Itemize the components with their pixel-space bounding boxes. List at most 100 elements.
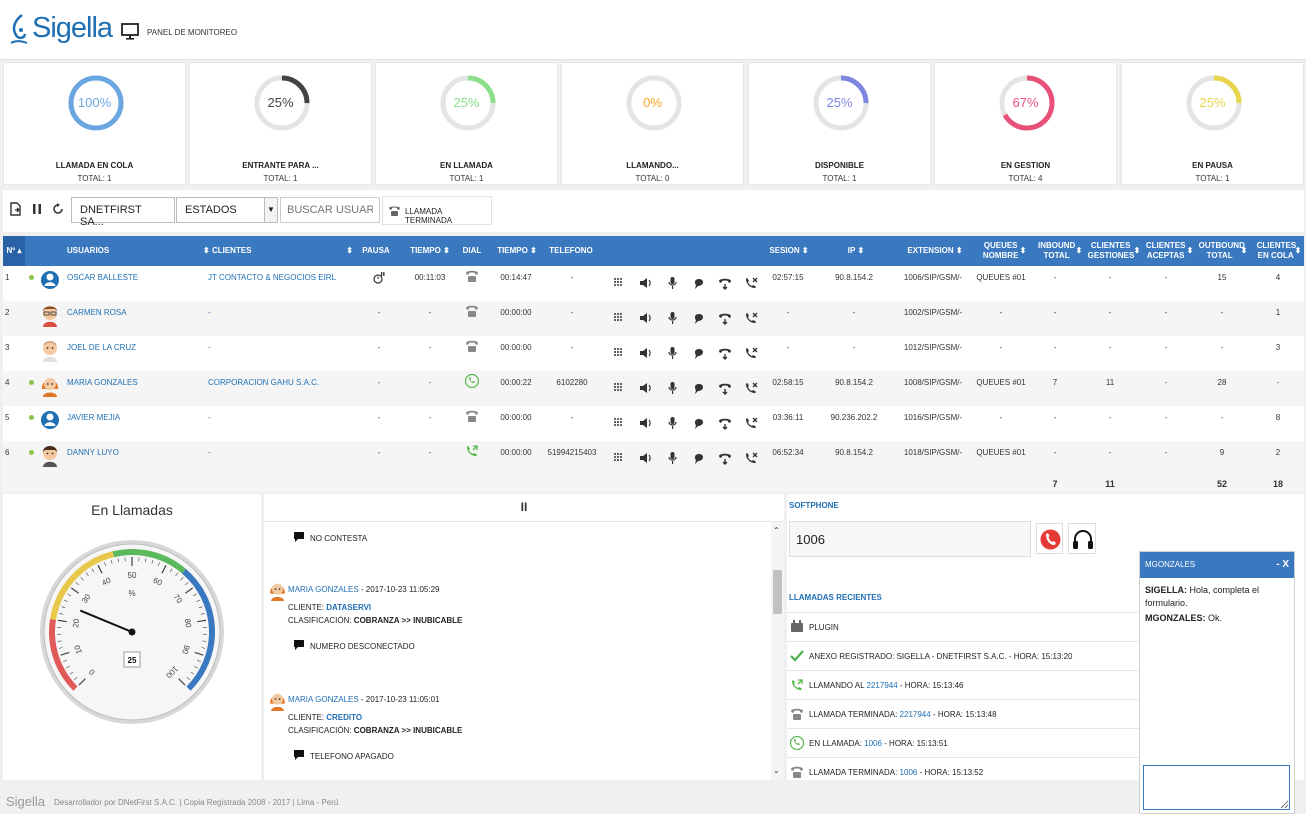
dial-status-icon[interactable]: [465, 374, 479, 388]
table-row[interactable]: 3 JOEL DE LA CRUZ - -00:00:00- - -1012/SIP/GS…: [3, 336, 1304, 371]
pause-icon[interactable]: [30, 202, 44, 216]
col-clients-mgmt[interactable]: CLIENTES GESTIONES ⬍: [1086, 236, 1142, 266]
cell-client[interactable]: -: [208, 301, 358, 325]
feed-scrollbar[interactable]: ⌃ ⌄: [771, 522, 784, 780]
col-extension[interactable]: EXTENSION ⬍: [901, 236, 969, 266]
feed-user-link[interactable]: MARIA GONZALES: [288, 585, 359, 594]
stat-card[interactable]: 100% LLAMADA EN COLA TOTAL: 1: [3, 62, 186, 185]
cell-user[interactable]: JAVIER MEJIA: [67, 406, 197, 430]
feed-scroll-thumb[interactable]: [773, 570, 782, 614]
feed-client[interactable]: DATASERVI: [326, 603, 371, 612]
col-time2[interactable]: TIEMPO ⬍: [492, 236, 542, 266]
stat-card[interactable]: 25% DISPONIBLE TOTAL: 1: [748, 62, 931, 185]
col-phone[interactable]: TELEFONO: [549, 236, 593, 266]
recent-call-item[interactable]: PLUGIN: [787, 612, 1147, 641]
volume-icon[interactable]: [639, 451, 653, 465]
recent-call-item[interactable]: EN LLAMADA: 1006 - HORA: 15:13:51: [787, 728, 1147, 757]
volume-icon[interactable]: [639, 311, 653, 325]
ended-calls-button[interactable]: LLAMADA TERMINADA: [382, 196, 492, 225]
keypad-icon[interactable]: [613, 451, 627, 465]
sigella-logo[interactable]: Sigella: [8, 12, 113, 45]
keypad-icon[interactable]: [613, 346, 627, 360]
keypad-icon[interactable]: [613, 311, 627, 325]
stat-card[interactable]: 25% EN PAUSA TOTAL: 1: [1121, 62, 1304, 185]
status-select[interactable]: ESTADOS ▼: [176, 197, 278, 223]
col-session[interactable]: SESION ⬍: [765, 236, 813, 266]
col-users[interactable]: USUARIOS: [43, 236, 133, 266]
headset-button[interactable]: [1068, 523, 1096, 554]
table-row[interactable]: 1 OSCAR BALLESTE JT CONTACTO & NEGOCIOS EI…: [3, 266, 1304, 301]
col-num[interactable]: Nº ▴: [3, 236, 25, 266]
chat-input[interactable]: [1143, 765, 1290, 810]
col-ip[interactable]: IP ⬍: [831, 236, 881, 266]
table-row[interactable]: 4 MARIA GONZALES CORPORACION GAHU S.A.C. - 0…: [3, 371, 1304, 406]
cell-client[interactable]: JT CONTACTO & NEGOCIOS EIRL: [208, 266, 358, 290]
hangup-icon[interactable]: [744, 416, 758, 430]
cell-user[interactable]: OSCAR BALLESTE: [67, 266, 197, 290]
transfer-icon[interactable]: [718, 416, 732, 430]
dial-status-icon[interactable]: [465, 409, 479, 423]
feed-pause-button[interactable]: II: [264, 494, 784, 522]
export-file-icon[interactable]: [9, 202, 23, 216]
recent-call-item[interactable]: ANEXO REGISTRADO: SIGELLA - DNETFIRST S.…: [787, 641, 1147, 670]
transfer-icon[interactable]: [718, 276, 732, 290]
col-dial[interactable]: DIAL: [457, 236, 487, 266]
scroll-up-icon[interactable]: ⌃: [773, 526, 780, 535]
microphone-icon[interactable]: [666, 381, 680, 395]
refresh-icon[interactable]: [51, 202, 65, 216]
stat-card[interactable]: 25% ENTRANTE PARA ... TOTAL: 1: [189, 62, 372, 185]
cell-client[interactable]: -: [208, 441, 358, 465]
cell-client[interactable]: CORPORACION GAHU S.A.C.: [208, 371, 358, 395]
whisper-icon[interactable]: [692, 416, 706, 430]
microphone-icon[interactable]: [666, 451, 680, 465]
volume-icon[interactable]: [639, 416, 653, 430]
whisper-icon[interactable]: [692, 346, 706, 360]
dial-status-icon[interactable]: [465, 304, 479, 318]
col-clients-acc[interactable]: CLIENTES ACEPTAS ⬍: [1143, 236, 1195, 266]
whisper-icon[interactable]: [692, 381, 706, 395]
recent-call-item[interactable]: LLAMADA TERMINADA: 1006 - HORA: 15:13:52: [787, 757, 1147, 786]
whisper-icon[interactable]: [692, 276, 706, 290]
scroll-down-icon[interactable]: ⌄: [773, 766, 780, 775]
chat-close-button[interactable]: - X: [1276, 552, 1289, 578]
stat-card[interactable]: 0% LLAMANDO... TOTAL: 0: [561, 62, 744, 185]
recent-call-item[interactable]: LLAMADA TERMINADA: 2217944 - HORA: 15:13…: [787, 699, 1147, 728]
cell-user[interactable]: CARMEN ROSA: [67, 301, 197, 325]
dial-status-icon[interactable]: [465, 444, 479, 458]
col-clients[interactable]: ⬍ CLIENTES ⬍: [199, 236, 357, 266]
microphone-icon[interactable]: [666, 276, 680, 290]
cell-client[interactable]: -: [208, 406, 358, 430]
recent-number[interactable]: 2217944: [900, 710, 931, 719]
keypad-icon[interactable]: [613, 416, 627, 430]
cell-user[interactable]: MARIA GONZALES: [67, 371, 197, 395]
col-clients-queue[interactable]: CLIENTES EN COLA ⬍: [1254, 236, 1304, 266]
monitor-icon[interactable]: [121, 22, 139, 40]
microphone-icon[interactable]: [666, 416, 680, 430]
col-queues[interactable]: QUEUES NOMBRE ⬍: [973, 236, 1035, 266]
recent-number[interactable]: 2217944: [867, 681, 898, 690]
whisper-icon[interactable]: [692, 451, 706, 465]
extension-display[interactable]: 1006: [789, 521, 1031, 557]
hangup-icon[interactable]: [744, 311, 758, 325]
recent-number[interactable]: 1006: [900, 768, 918, 777]
col-inbound[interactable]: INBOUND TOTAL ⬍: [1035, 236, 1085, 266]
dial-status-icon[interactable]: [465, 339, 479, 353]
microphone-icon[interactable]: [666, 311, 680, 325]
stat-card[interactable]: 67% EN GESTION TOTAL: 4: [934, 62, 1117, 185]
table-row[interactable]: 5 JAVIER MEJIA - -00:00:00-03:36:11 90.236.2…: [3, 406, 1304, 441]
col-time1[interactable]: TIEMPO ⬍: [407, 236, 453, 266]
feed-client[interactable]: CREDITO: [326, 713, 362, 722]
table-row[interactable]: 6 DANNY LUYO - -00:00:00 51994215403 06:52:34…: [3, 441, 1304, 476]
transfer-icon[interactable]: [718, 311, 732, 325]
feed-user-link[interactable]: MARIA GONZALES: [288, 695, 359, 704]
microphone-icon[interactable]: [666, 346, 680, 360]
cell-user[interactable]: DANNY LUYO: [67, 441, 197, 465]
transfer-icon[interactable]: [718, 451, 732, 465]
hangup-icon[interactable]: [744, 381, 758, 395]
stat-card[interactable]: 25% EN LLAMADA TOTAL: 1: [375, 62, 558, 185]
volume-icon[interactable]: [639, 276, 653, 290]
transfer-icon[interactable]: [718, 346, 732, 360]
volume-icon[interactable]: [639, 346, 653, 360]
chat-header[interactable]: MGONZALES - X: [1140, 552, 1294, 578]
dial-status-icon[interactable]: [465, 269, 479, 283]
